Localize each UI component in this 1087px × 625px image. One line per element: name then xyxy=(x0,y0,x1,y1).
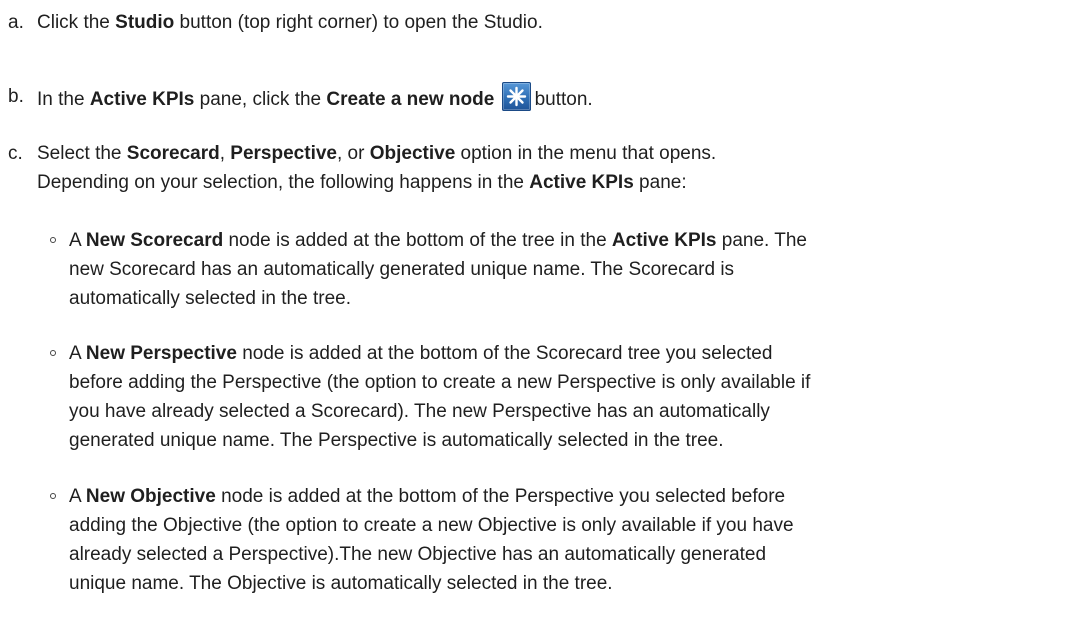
step-marker: a. xyxy=(8,12,24,33)
step-text-run: , xyxy=(219,143,231,164)
instruction-document: a. Click the Studio button (top right co… xyxy=(0,0,1087,625)
text-run: A xyxy=(69,230,86,251)
step-text-run: pane: xyxy=(633,172,687,193)
text-run: new Scorecard has an automatically gener… xyxy=(69,259,735,280)
text-run: unique name. The Objective is automatica… xyxy=(69,573,613,594)
step-text-run: , or xyxy=(336,143,370,164)
text-line: automatically selected in the tree. xyxy=(69,284,1069,313)
text-run: node is added at the bottom of the Persp… xyxy=(215,486,786,507)
scorecard-option-label: Scorecard xyxy=(126,143,220,164)
text-line: new Scorecard has an automatically gener… xyxy=(69,255,1069,284)
text-line: unique name. The Objective is automatica… xyxy=(69,569,1069,598)
text-line: before adding the Perspective (the optio… xyxy=(69,368,1069,397)
text-line: adding the Objective (the option to crea… xyxy=(69,511,1069,540)
text-run: generated unique name. The Perspective i… xyxy=(69,430,724,451)
step-text-run: Click the xyxy=(37,12,116,33)
text-run: you have already selected a Scorecard). … xyxy=(69,401,770,422)
text-line: generated unique name. The Perspective i… xyxy=(69,426,1069,455)
step-text: In the Active KPIs pane, click the Creat… xyxy=(37,82,1077,114)
text-line: A New Objective node is added at the bot… xyxy=(69,482,1069,511)
step-text: Select the Scorecard, Perspective, or Ob… xyxy=(37,139,1077,197)
step-text-run: button (top right corner) to open the St… xyxy=(174,12,543,33)
text-run: adding the Objective (the option to crea… xyxy=(69,515,794,536)
new-objective-label: New Objective xyxy=(85,486,216,507)
step-text: Click the Studio button (top right corne… xyxy=(37,8,1077,37)
active-kpis-pane-label: Active KPIs xyxy=(529,172,634,193)
step-text-run: In the xyxy=(37,89,90,110)
step-text-run: Depending on your selection, the followi… xyxy=(37,172,530,193)
studio-button-label: Studio xyxy=(115,12,175,33)
text-run: A xyxy=(69,343,86,364)
text-run: before adding the Perspective (the optio… xyxy=(69,372,811,393)
list-item-text: A New Perspective node is added at the b… xyxy=(69,339,1069,455)
step-marker: c. xyxy=(8,143,23,164)
objective-option-label: Objective xyxy=(369,143,456,164)
step-text-run: pane, click the xyxy=(194,89,327,110)
perspective-option-label: Perspective xyxy=(230,143,337,164)
list-item-text: A New Scorecard node is added at the bot… xyxy=(69,226,1069,313)
text-line: already selected a Perspective).The new … xyxy=(69,540,1069,569)
create-node-button-label: Create a new node xyxy=(326,89,495,110)
new-scorecard-label: New Scorecard xyxy=(85,230,224,251)
step-text-run: button. xyxy=(534,89,593,110)
text-run: node is added at the bottom of the tree … xyxy=(223,230,612,251)
text-line: you have already selected a Scorecard). … xyxy=(69,397,1069,426)
step-text-run: option in the menu that opens. xyxy=(455,143,717,164)
step-marker: b. xyxy=(8,86,24,107)
list-item-text: A New Objective node is added at the bot… xyxy=(69,482,1069,598)
bullet-circle-icon xyxy=(50,350,56,356)
text-run: A xyxy=(69,486,86,507)
text-run: node is added at the bottom of the Score… xyxy=(236,343,773,364)
bullet-circle-icon xyxy=(50,237,56,243)
text-run: already selected a Perspective).The new … xyxy=(69,544,767,565)
text-run: automatically selected in the tree. xyxy=(69,288,351,309)
new-perspective-label: New Perspective xyxy=(85,343,237,364)
active-kpis-pane-label: Active KPIs xyxy=(89,89,195,110)
create-node-icon xyxy=(501,82,531,111)
step-text-run: Select the xyxy=(37,143,127,164)
text-run: pane. The xyxy=(716,230,807,251)
text-line: A New Perspective node is added at the b… xyxy=(69,339,1069,368)
active-kpis-pane-label: Active KPIs xyxy=(611,230,717,251)
text-line: A New Scorecard node is added at the bot… xyxy=(69,226,1069,255)
bullet-circle-icon xyxy=(50,493,56,499)
